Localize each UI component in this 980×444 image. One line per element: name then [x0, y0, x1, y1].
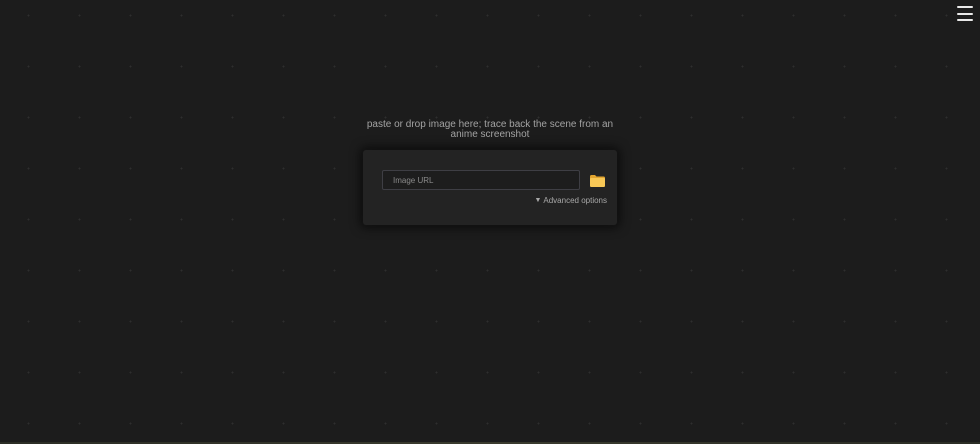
hamburger-menu-icon[interactable] — [957, 6, 973, 21]
image-url-input[interactable] — [382, 170, 580, 190]
menu-bar-bottom — [957, 19, 973, 21]
menu-bar-middle — [957, 12, 973, 15]
drop-zone-tagline: paste or drop image here; trace back the… — [366, 119, 614, 140]
advanced-options-label: Advanced options — [543, 196, 607, 205]
menu-bar-top — [957, 6, 973, 8]
advanced-options-toggle[interactable]: ▼ Advanced options — [534, 196, 607, 205]
search-card: ▼ Advanced options — [363, 150, 617, 225]
folder-icon[interactable] — [589, 173, 606, 188]
caret-down-icon: ▼ — [534, 196, 542, 204]
